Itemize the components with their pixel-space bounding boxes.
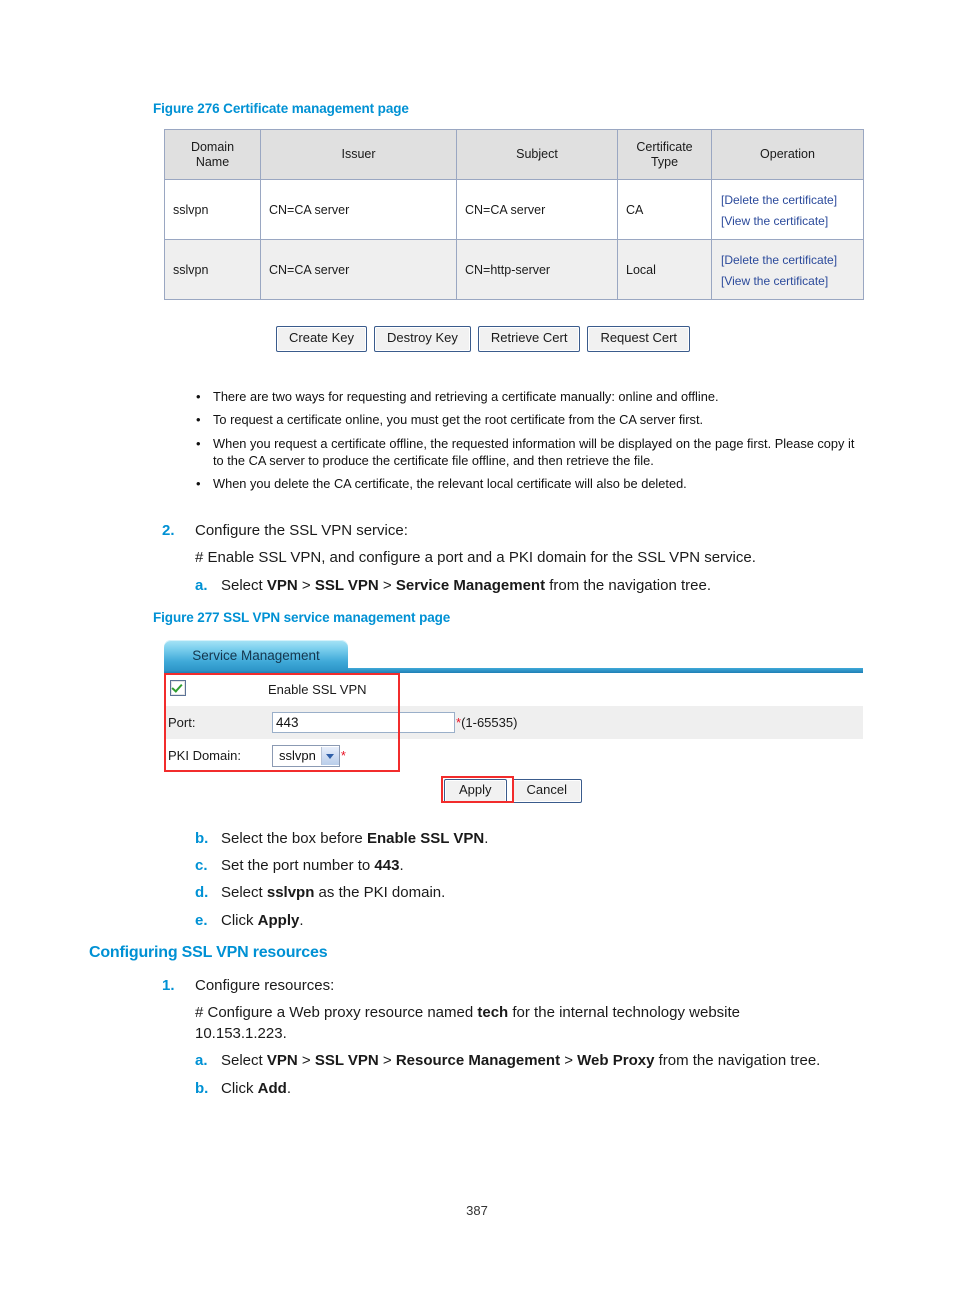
tab-service-management[interactable]: Service Management bbox=[164, 640, 348, 670]
port-range-note: (1-65535) bbox=[461, 715, 518, 730]
view-certificate-link[interactable]: [View the certificate] bbox=[721, 211, 863, 232]
resources-hash-ip: 10.153.1.223. bbox=[195, 1024, 287, 1042]
cell-certificate-type: Local bbox=[617, 239, 712, 300]
step-2c: c. Set the port number to 443. bbox=[195, 856, 404, 876]
cell-subject: CN=CA server bbox=[456, 179, 618, 240]
port-row: Port: * (1-65535) bbox=[164, 706, 863, 739]
domain-name-line2: Name bbox=[195, 154, 230, 169]
cell-operation: [Delete the certificate] [View the certi… bbox=[711, 179, 864, 240]
notes-list: There are two ways for requesting and re… bbox=[196, 388, 861, 498]
destroy-key-button[interactable]: Destroy Key bbox=[374, 326, 471, 352]
step-2-number: 2. bbox=[162, 522, 175, 539]
cell-domain-name: sslvpn bbox=[164, 239, 261, 300]
resources-step-1-number: 1. bbox=[162, 977, 175, 994]
service-management-form: Enable SSL VPN Port: * (1-65535) PKI Dom… bbox=[164, 673, 863, 772]
domain-name-line1: Domain bbox=[190, 140, 235, 155]
form-action-buttons: Apply Cancel bbox=[444, 779, 582, 803]
port-label: Port: bbox=[168, 715, 196, 730]
enable-ssl-vpn-label: Enable SSL VPN bbox=[268, 682, 367, 697]
step-2e-text: Click Apply. bbox=[221, 912, 304, 929]
request-cert-button[interactable]: Request Cert bbox=[587, 326, 691, 352]
resources-step-1: 1. Configure resources: bbox=[162, 976, 334, 996]
resources-hash-line: # Configure a Web proxy resource named t… bbox=[195, 1003, 795, 1044]
cell-subject: CN=http-server bbox=[456, 239, 618, 300]
service-management-panel: Service Management Enable SSL VPN Port: … bbox=[164, 640, 863, 775]
step-2d-marker: d. bbox=[195, 884, 209, 901]
pki-domain-selected-value: sslvpn bbox=[279, 748, 316, 763]
enable-ssl-vpn-checkbox-cell bbox=[164, 680, 268, 699]
column-header-issuer: Issuer bbox=[260, 129, 457, 180]
document-page: Figure 276 Certificate management page D… bbox=[0, 0, 954, 1296]
pki-domain-row: PKI Domain: sslvpn * bbox=[164, 739, 863, 772]
resources-step-1a-text: Select VPN > SSL VPN > Resource Manageme… bbox=[221, 1052, 821, 1069]
view-certificate-link[interactable]: [View the certificate] bbox=[721, 271, 863, 292]
resources-step-1b-marker: b. bbox=[195, 1080, 209, 1097]
delete-certificate-link[interactable]: [Delete the certificate] bbox=[721, 190, 863, 211]
step-2-hash-line: # Enable SSL VPN, and configure a port a… bbox=[195, 549, 756, 566]
column-header-domain-name: Domain Name bbox=[164, 129, 261, 180]
step-2b: b. Select the box before Enable SSL VPN. bbox=[195, 829, 488, 849]
cell-domain-name: sslvpn bbox=[164, 179, 261, 240]
step-2: 2. Configure the SSL VPN service: bbox=[162, 521, 408, 541]
enable-ssl-vpn-row: Enable SSL VPN bbox=[164, 673, 863, 706]
certificate-type-line2: Type bbox=[650, 154, 679, 169]
step-2-text: Configure the SSL VPN service: bbox=[195, 522, 408, 539]
pki-domain-select[interactable]: sslvpn bbox=[272, 744, 340, 767]
note-item: When you delete the CA certificate, the … bbox=[213, 475, 861, 492]
step-2d: d. Select sslvpn as the PKI domain. bbox=[195, 883, 445, 903]
step-2a: a. Select VPN > SSL VPN > Service Manage… bbox=[195, 576, 711, 596]
column-header-operation: Operation bbox=[711, 129, 864, 180]
certificate-type-line1: Certificate bbox=[636, 140, 693, 155]
figure-277-title: Figure 277 SSL VPN service management pa… bbox=[153, 610, 451, 625]
cell-certificate-type: CA bbox=[617, 179, 712, 240]
page-number: 387 bbox=[466, 1203, 488, 1218]
tab-service-management-label: Service Management bbox=[192, 648, 320, 663]
delete-certificate-link[interactable]: [Delete the certificate] bbox=[721, 250, 863, 271]
resources-step-1a: a. Select VPN > SSL VPN > Resource Manag… bbox=[195, 1051, 820, 1071]
note-item: There are two ways for requesting and re… bbox=[213, 388, 861, 405]
cell-operation: [Delete the certificate] [View the certi… bbox=[711, 239, 864, 300]
step-2c-marker: c. bbox=[195, 857, 208, 874]
cancel-button[interactable]: Cancel bbox=[511, 779, 582, 803]
resources-hash-text: # Configure a Web proxy resource named t… bbox=[195, 1004, 741, 1021]
port-input[interactable] bbox=[272, 712, 455, 733]
cell-issuer: CN=CA server bbox=[260, 179, 457, 240]
step-2d-text: Select sslvpn as the PKI domain. bbox=[221, 884, 446, 901]
retrieve-cert-button[interactable]: Retrieve Cert bbox=[477, 326, 581, 352]
create-key-button[interactable]: Create Key bbox=[276, 326, 368, 352]
cell-issuer: CN=CA server bbox=[260, 239, 457, 300]
note-item: To request a certificate online, you mus… bbox=[213, 411, 861, 428]
pki-domain-required-asterisk: * bbox=[340, 748, 346, 763]
column-header-subject: Subject bbox=[456, 129, 618, 180]
pki-domain-label: PKI Domain: bbox=[168, 748, 241, 763]
resources-step-1-text: Configure resources: bbox=[195, 977, 335, 994]
step-2a-text: Select VPN > SSL VPN > Service Managemen… bbox=[221, 577, 712, 594]
step-2e: e. Click Apply. bbox=[195, 911, 304, 931]
resources-step-1b: b. Click Add. bbox=[195, 1079, 291, 1099]
certificate-management-table: Domain Name Issuer Subject Certificate T… bbox=[164, 129, 864, 300]
resources-step-1b-text: Click Add. bbox=[221, 1080, 292, 1097]
chevron-down-icon bbox=[320, 746, 339, 765]
step-2a-marker: a. bbox=[195, 577, 208, 594]
column-header-certificate-type: Certificate Type bbox=[617, 129, 712, 180]
step-2b-text: Select the box before Enable SSL VPN. bbox=[221, 830, 489, 847]
step-2c-text: Set the port number to 443. bbox=[221, 857, 404, 874]
enable-ssl-vpn-checkbox[interactable] bbox=[170, 680, 186, 696]
section-heading-configuring-ssl-vpn-resources: Configuring SSL VPN resources bbox=[89, 944, 328, 961]
step-2e-marker: e. bbox=[195, 912, 208, 929]
resources-step-1a-marker: a. bbox=[195, 1052, 208, 1069]
table-header-row: Domain Name Issuer Subject Certificate T… bbox=[164, 129, 864, 180]
apply-button[interactable]: Apply bbox=[444, 779, 507, 803]
step-2b-marker: b. bbox=[195, 830, 209, 847]
figure-276-title: Figure 276 Certificate management page bbox=[153, 101, 409, 116]
table-row: sslvpn CN=CA server CN=CA server CA [Del… bbox=[164, 179, 864, 240]
note-item: When you request a certificate offline, … bbox=[213, 435, 861, 470]
certificate-action-buttons: Create Key Destroy Key Retrieve Cert Req… bbox=[276, 326, 691, 352]
table-row: sslvpn CN=CA server CN=http-server Local… bbox=[164, 239, 864, 300]
